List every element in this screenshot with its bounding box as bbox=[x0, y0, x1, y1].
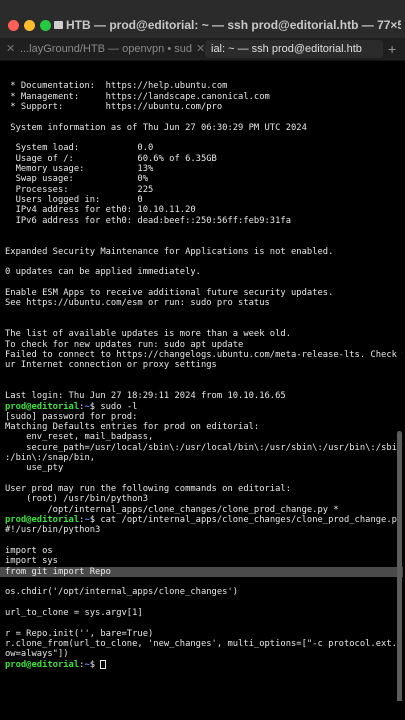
output-line: Usage of /: 60.6% of 6.35GB bbox=[5, 153, 217, 164]
output-line: ur Internet connection or proxy settings bbox=[5, 360, 217, 371]
output-line: System load: 0.0 bbox=[5, 143, 154, 154]
output-line: os.chdir('/opt/internal_apps/clone_chang… bbox=[5, 587, 239, 598]
output-line: use_pty bbox=[5, 463, 64, 474]
output-line: * Documentation: https://help.ubuntu.com bbox=[5, 81, 228, 92]
output-line: * Support: https://ubuntu.com/pro bbox=[5, 101, 223, 112]
output-line: ow=always"]) bbox=[5, 649, 69, 660]
terminal-lines: * Documentation: https://help.ubuntu.com… bbox=[0, 71, 403, 670]
output-line: * Management: https://landscape.canonica… bbox=[5, 91, 270, 102]
tab-bar: ✕ ...layGround/HTB — openvpn • sudo ✕ ia… bbox=[0, 38, 405, 61]
output-line: :/bin\:/snap/bin, bbox=[5, 453, 96, 464]
output-line: secure_path=/usr/local/sbin\:/usr/local/… bbox=[5, 442, 403, 453]
output-line: r = Repo.init('', bare=True) bbox=[5, 628, 154, 639]
prompt-line: prod@editorial:~$ bbox=[5, 659, 403, 670]
zoom-window-button[interactable] bbox=[40, 20, 51, 31]
output-line: System information as of Thu Jun 27 06:3… bbox=[5, 122, 307, 133]
prompt-line: prod@editorial:~$ cat /opt/internal_apps… bbox=[5, 515, 403, 525]
output-line: Users logged in: 0 bbox=[5, 194, 143, 205]
output-line: url_to_clone = sys.argv[1] bbox=[5, 608, 143, 619]
output-line: The list of available updates is more th… bbox=[5, 329, 291, 340]
output-line: Memory usage: 13% bbox=[5, 163, 154, 174]
tab-ssh-editorial[interactable]: ial: ~ — ssh prod@editorial.htb bbox=[205, 40, 383, 58]
terminal-window: HTB — prod@editorial: ~ — ssh prod@edito… bbox=[0, 0, 405, 720]
scrollbar-thumb[interactable] bbox=[397, 431, 402, 701]
new-tab-plus-icon[interactable]: + bbox=[388, 40, 402, 58]
tab-close-icon[interactable]: ✕ bbox=[6, 40, 16, 58]
prompt-user-host: prod@editorial bbox=[5, 515, 80, 526]
output-line: [sudo] password for prod: bbox=[5, 411, 138, 422]
minimize-window-button[interactable] bbox=[24, 20, 35, 31]
command-text: sudo -l bbox=[100, 401, 138, 412]
close-window-button[interactable] bbox=[8, 20, 19, 31]
output-line: Matching Defaults entries for prod on ed… bbox=[5, 422, 260, 433]
output-line: Processes: 225 bbox=[5, 184, 154, 195]
prompt-user-host: prod@editorial bbox=[5, 401, 80, 412]
output-line: Enable ESM Apps to receive additional fu… bbox=[5, 287, 334, 298]
output-line: Expanded Security Maintenance for Applic… bbox=[5, 246, 334, 257]
output-line: User prod may run the following commands… bbox=[5, 484, 291, 495]
output-line: /opt/internal_apps/clone_changes/clone_p… bbox=[5, 504, 339, 515]
output-line: r.clone_from(url_to_clone, 'new_changes'… bbox=[5, 639, 403, 650]
prompt-line: prod@editorial:~$ sudo -l bbox=[5, 402, 403, 412]
output-line: import sys bbox=[5, 556, 58, 567]
output-line: Last login: Thu Jun 27 18:29:11 2024 fro… bbox=[5, 391, 286, 402]
output-line: import os bbox=[5, 546, 53, 557]
output-line: Swap usage: 0% bbox=[5, 174, 148, 185]
output-line: #!/usr/bin/python3 bbox=[5, 525, 101, 536]
output-line: env_reset, mail_badpass, bbox=[5, 432, 154, 443]
output-line: IPv4 address for eth0: 10.10.11.20 bbox=[5, 205, 196, 216]
bottom-bar bbox=[0, 701, 405, 720]
output-line: IPv6 address for eth0: dead:beef::250:56… bbox=[5, 215, 291, 226]
command-text: cat /opt/internal_apps/clone_changes/clo… bbox=[100, 515, 403, 526]
title-bar[interactable]: HTB — prod@editorial: ~ — ssh prod@edito… bbox=[0, 0, 405, 39]
output-line: from git import Repo bbox=[0, 566, 403, 578]
prompt-user-host: prod@editorial bbox=[5, 659, 80, 670]
window-title: HTB — prod@editorial: ~ — ssh prod@edito… bbox=[66, 18, 401, 32]
folder-icon bbox=[54, 21, 63, 29]
output-line: Failed to connect to https://changelogs.… bbox=[5, 349, 403, 360]
output-line: 0 updates can be applied immediately. bbox=[5, 267, 201, 278]
text-cursor bbox=[100, 659, 107, 669]
output-line: To check for new updates run: sudo apt u… bbox=[5, 339, 244, 350]
output-line: (root) /usr/bin/python3 bbox=[5, 494, 148, 505]
output-line: See https://ubuntu.com/esm or run: sudo … bbox=[5, 298, 270, 309]
terminal-output[interactable]: * Documentation: https://help.ubuntu.com… bbox=[0, 61, 405, 701]
tab-openvpn[interactable]: ...layGround/HTB — openvpn • sudo bbox=[20, 40, 192, 58]
